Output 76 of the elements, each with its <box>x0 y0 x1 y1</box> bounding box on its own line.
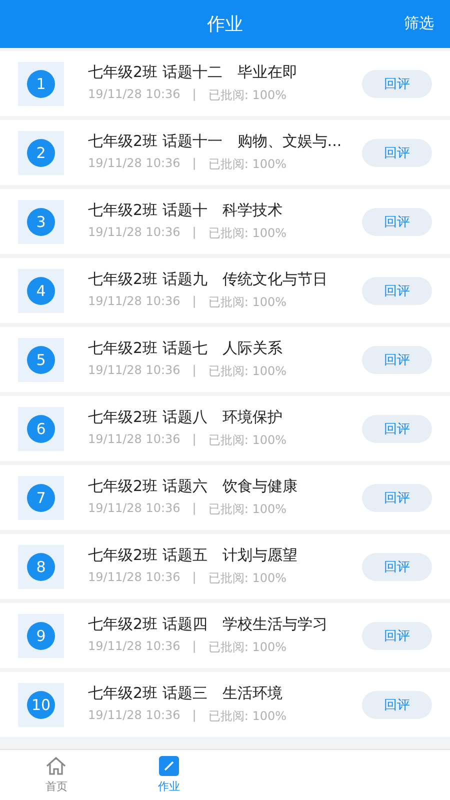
number-circle: 10 <box>27 690 55 718</box>
assignment-title: 七年级2班 话题九 传统文化与节日 <box>88 270 328 289</box>
number-circle: 6 <box>27 414 55 442</box>
assignment-card[interactable]: 8 七年级2班 话题五 计划与愿望 19/11/28 10:36 | 已批阅: 100% 回评 <box>0 534 450 599</box>
assignment-date: 19/11/28 10:36 <box>88 87 180 103</box>
review-button[interactable]: 回评 <box>362 622 432 650</box>
assignment-date: 19/11/28 10:36 <box>88 708 180 724</box>
assignment-title: 七年级2班 话题三 生活环境 <box>88 684 284 703</box>
separator: | <box>192 501 196 517</box>
assignment-title: 七年级2班 话题十二 毕业在即 <box>88 63 298 82</box>
review-button[interactable]: 回评 <box>362 346 432 374</box>
assignment-title: 七年级2班 话题十 科学技术 <box>88 201 284 220</box>
assignment-date: 19/11/28 10:36 <box>88 294 180 310</box>
number-circle: 3 <box>27 208 55 236</box>
separator: | <box>192 570 196 586</box>
separator: | <box>192 432 196 448</box>
number-circle: 9 <box>27 622 55 650</box>
assignment-card[interactable]: 9 七年级2班 话题四 学校生活与学习 19/11/28 10:36 | 已批阅: 100% 回评 <box>0 603 450 668</box>
review-button[interactable]: 回评 <box>362 208 432 236</box>
separator: | <box>192 225 196 241</box>
separator: | <box>192 363 196 379</box>
assignment-date: 19/11/28 10:36 <box>88 156 180 172</box>
filter-button[interactable]: 筛选 <box>404 14 434 33</box>
assignment-card[interactable]: 5 七年级2班 话题七 人际关系 19/11/28 10:36 | 已批阅: 100% 回评 <box>0 327 450 392</box>
number-circle: 1 <box>27 70 55 98</box>
separator: | <box>192 87 196 103</box>
separator: | <box>192 156 196 172</box>
assignment-title: 七年级2班 话题四 学校生活与学习 <box>88 615 328 634</box>
assignment-card[interactable]: 6 七年级2班 话题八 环境保护 19/11/28 10:36 | 已批阅: 100% 回评 <box>0 396 450 461</box>
review-status: 已批阅: 100% <box>208 363 287 380</box>
pencil-icon <box>158 756 179 776</box>
review-status: 已批阅: 100% <box>208 432 287 449</box>
assignment-title: 七年级2班 话题七 人际关系 <box>88 339 284 358</box>
assignment-date: 19/11/28 10:36 <box>88 363 180 379</box>
number-circle: 2 <box>27 138 55 166</box>
review-button[interactable]: 回评 <box>362 414 432 442</box>
assignment-title: 七年级2班 话题八 环境保护 <box>88 408 284 427</box>
separator: | <box>192 294 196 310</box>
separator: | <box>192 708 196 724</box>
review-status: 已批阅: 100% <box>208 570 287 587</box>
assignment-card[interactable]: 3 七年级2班 话题十 科学技术 19/11/28 10:36 | 已批阅: 100% 回评 <box>0 189 450 254</box>
number-circle: 4 <box>27 276 55 304</box>
number-circle: 5 <box>27 346 55 374</box>
assignment-card[interactable]: 1 七年级2班 话题十二 毕业在即 19/11/28 10:36 | 已批阅: 100% 回评 <box>0 51 450 116</box>
review-button[interactable]: 回评 <box>362 484 432 512</box>
assignment-card[interactable]: 10 七年级2班 话题三 生活环境 19/11/28 10:36 | 已批阅: 100% 回评 <box>0 672 450 737</box>
review-status: 已批阅: 100% <box>208 708 287 725</box>
assignment-date: 19/11/28 10:36 <box>88 225 180 241</box>
assignment-date: 19/11/28 10:36 <box>88 432 180 448</box>
number-circle: 8 <box>27 552 55 580</box>
review-status: 已批阅: 100% <box>208 639 287 656</box>
review-button[interactable]: 回评 <box>362 70 432 98</box>
review-status: 已批阅: 100% <box>208 225 287 242</box>
review-button[interactable]: 回评 <box>362 276 432 304</box>
assignment-card[interactable]: 4 七年级2班 话题九 传统文化与节日 19/11/28 10:36 | 已批阅: 100% 回评 <box>0 258 450 323</box>
assignment-title: 七年级2班 话题五 计划与愿望 <box>88 546 298 565</box>
nav-tab[interactable]: 首页 <box>0 750 112 800</box>
assignment-title: 七年级2班 话题十一 购物、文娱与... <box>88 132 338 151</box>
assignment-title: 七年级2班 话题六 饮食与健康 <box>88 477 298 496</box>
number-circle: 7 <box>27 484 55 512</box>
assignment-date: 19/11/28 10:36 <box>88 570 180 586</box>
nav-tab[interactable]: 作业 <box>112 750 225 800</box>
review-status: 已批阅: 100% <box>208 501 287 518</box>
assignment-card[interactable]: 7 七年级2班 话题六 饮食与健康 19/11/28 10:36 | 已批阅: 100% 回评 <box>0 465 450 530</box>
review-button[interactable]: 回评 <box>362 690 432 718</box>
review-status: 已批阅: 100% <box>208 87 287 104</box>
assignment-card[interactable]: 2 七年级2班 话题十一 购物、文娱与... 19/11/28 10:36 | 已批阅: 100% 回评 <box>0 120 450 185</box>
review-status: 已批阅: 100% <box>208 294 287 311</box>
separator: | <box>192 639 196 655</box>
assignment-date: 19/11/28 10:36 <box>88 639 180 655</box>
home-icon <box>45 756 68 776</box>
review-status: 已批阅: 100% <box>208 156 287 173</box>
page-title: 作业 <box>207 13 243 36</box>
review-button[interactable]: 回评 <box>362 552 432 580</box>
assignment-date: 19/11/28 10:36 <box>88 501 180 517</box>
review-button[interactable]: 回评 <box>362 138 432 166</box>
